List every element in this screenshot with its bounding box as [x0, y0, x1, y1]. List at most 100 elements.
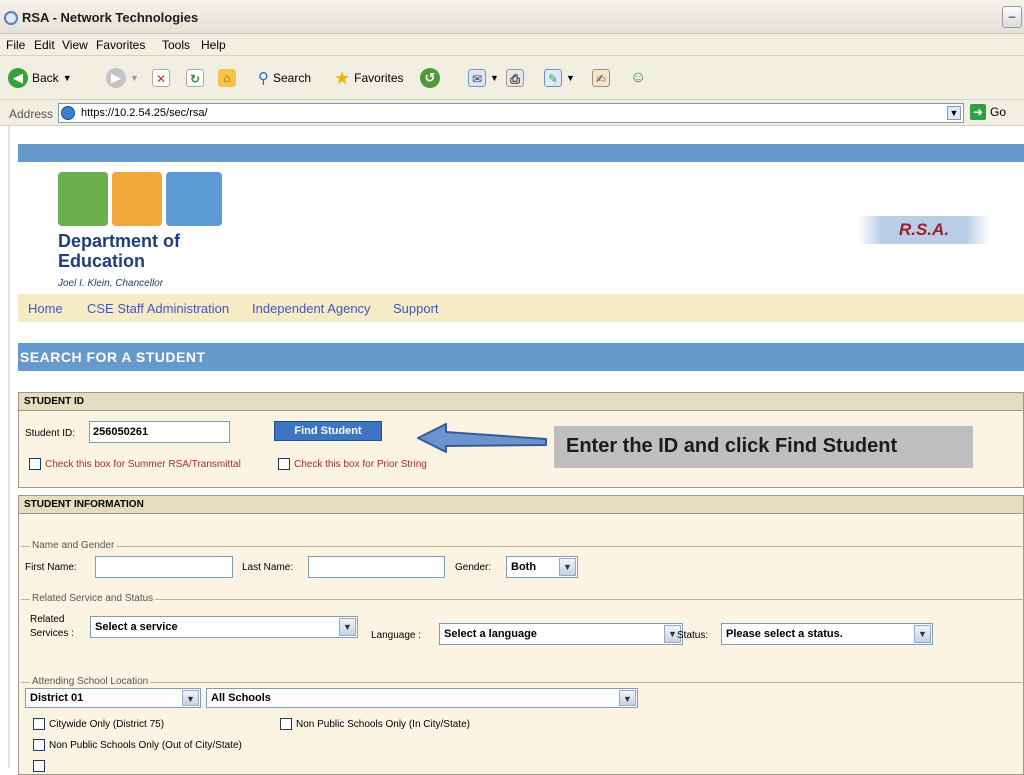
page-icon [61, 106, 75, 120]
student-id-input[interactable]: 256050261 [89, 421, 230, 443]
district-dropdown-icon: ▼ [182, 690, 199, 706]
student-id-heading: STUDENT ID [19, 393, 1023, 411]
status-dropdown-icon: ▼ [914, 625, 931, 643]
print-icon: ⎙ [506, 69, 524, 87]
language-value: Select a language [444, 628, 537, 640]
menu-bar: File Edit View Favorites Tools Help [0, 34, 1024, 56]
status-value: Please select a status. [726, 628, 843, 640]
last-name-input[interactable] [308, 556, 445, 578]
language-select[interactable]: Select a language ▼ [439, 623, 683, 645]
student-info-panel: STUDENT INFORMATION Name and Gender Firs… [18, 495, 1024, 775]
search-button[interactable]: ⚲ Search [258, 68, 311, 88]
menu-tools[interactable]: Tools [162, 38, 190, 52]
nav-cse-staff-administration[interactable]: CSE Staff Administration [87, 301, 229, 316]
logo-line1: Department of [58, 231, 181, 251]
address-bar: Address https://10.2.54.25/sec/rsa/ ▼ ➜ … [0, 100, 1024, 126]
go-arrow-icon: ➜ [970, 104, 986, 120]
rsa-badge: R.S.A. [858, 216, 990, 244]
service-dropdown-icon: ▼ [339, 618, 356, 636]
refresh-icon: ↻ [186, 69, 204, 87]
gender-select[interactable]: Both ▼ [506, 556, 578, 578]
first-name-label: First Name: [25, 562, 77, 573]
find-student-button[interactable]: Find Student [274, 421, 382, 441]
menu-favorites[interactable]: Favorites [96, 38, 145, 52]
back-button[interactable]: ◀ Back ▼ [8, 68, 72, 88]
last-name-label: Last Name: [242, 562, 294, 573]
page-left-edge [8, 126, 10, 768]
gender-value: Both [511, 561, 537, 573]
school-location-legend: Attending School Location [30, 676, 151, 687]
edit-dropdown-icon: ▼ [566, 73, 575, 83]
address-url: https://10.2.54.25/sec/rsa/ [81, 107, 208, 119]
summer-rsa-label: Check this box for Summer RSA/Transmitta… [45, 459, 241, 470]
back-dropdown-icon: ▼ [62, 73, 72, 83]
summer-rsa-checkbox[interactable] [29, 458, 41, 470]
ie-icon [4, 11, 18, 25]
gender-dropdown-icon: ▼ [559, 558, 576, 576]
district-value: District 01 [30, 692, 84, 704]
search-icon: ⚲ [258, 70, 269, 87]
address-dropdown-icon[interactable]: ▼ [947, 106, 961, 120]
messenger-button[interactable]: ☺ [630, 68, 646, 88]
minimize-button[interactable]: – [1002, 6, 1022, 28]
forward-dropdown-icon: ▼ [130, 73, 139, 83]
citywide-checkbox[interactable] [33, 718, 45, 730]
chancellor-name: Joel I. Klein, Chancellor [58, 278, 164, 289]
nonpublic-out-label: Non Public Schools Only (Out of City/Sta… [49, 740, 242, 751]
search-header: SEARCH FOR A STUDENT [18, 343, 1024, 371]
favorites-button[interactable]: ★ Favorites [334, 68, 404, 88]
discuss-icon: ✍ [592, 69, 610, 87]
messenger-icon: ☺ [630, 69, 647, 86]
forward-button[interactable]: ▶ ▼ [106, 68, 139, 88]
nonpublic-in-checkbox[interactable] [280, 718, 292, 730]
related-label-line1: Related [30, 614, 65, 625]
back-arrow-icon: ◀ [8, 68, 28, 88]
language-label: Language : [371, 630, 422, 641]
instruction-callout: Enter the ID and click Find Student [554, 426, 973, 468]
menu-file[interactable]: File [6, 38, 25, 52]
menu-help[interactable]: Help [201, 38, 226, 52]
edit-page-icon: ✎ [544, 69, 562, 87]
home-icon: ⌂ [218, 69, 236, 87]
service-select[interactable]: Select a service ▼ [90, 616, 358, 638]
student-info-heading: STUDENT INFORMATION [19, 496, 1023, 514]
discuss-button[interactable]: ✍ [592, 68, 610, 88]
edit-button[interactable]: ✎ ▼ [544, 68, 575, 88]
district-select[interactable]: District 01 ▼ [25, 688, 201, 708]
mail-button[interactable]: ✉ ▼ [468, 68, 499, 88]
citywide-label: Citywide Only (District 75) [49, 719, 165, 730]
service-status-legend: Related Service and Status [30, 593, 156, 604]
nyc-logo: NYC [58, 172, 222, 226]
address-input[interactable]: https://10.2.54.25/sec/rsa/ ▼ [58, 103, 964, 123]
history-button[interactable]: ↺ [420, 68, 440, 88]
additional-checkbox[interactable] [33, 760, 45, 772]
home-button[interactable]: ⌂ [218, 68, 236, 88]
callout-arrow-icon [417, 423, 547, 453]
nav-independent-agency[interactable]: Independent Agency [252, 301, 371, 316]
schools-dropdown-icon: ▼ [619, 690, 636, 706]
logo-line2: Education [58, 251, 146, 271]
header-strip [18, 144, 1024, 162]
back-label: Back [32, 71, 59, 85]
first-name-input[interactable] [95, 556, 233, 578]
print-button[interactable]: ⎙ [506, 68, 524, 88]
status-select[interactable]: Please select a status. ▼ [721, 623, 933, 645]
refresh-button[interactable]: ↻ [186, 68, 204, 88]
favorites-label: Favorites [354, 71, 404, 85]
menu-edit[interactable]: Edit [34, 38, 55, 52]
nav-support[interactable]: Support [393, 301, 439, 316]
name-gender-legend: Name and Gender [30, 540, 117, 551]
address-label: Address [9, 107, 54, 121]
related-label-line2: Services : [30, 628, 74, 639]
prior-string-checkbox[interactable] [278, 458, 290, 470]
go-button[interactable]: ➜ Go [970, 104, 1006, 120]
nonpublic-out-checkbox[interactable] [33, 739, 45, 751]
stop-icon: ✕ [152, 69, 170, 87]
search-label: Search [273, 71, 312, 85]
menu-view[interactable]: View [62, 38, 88, 52]
stop-button[interactable]: ✕ [152, 68, 170, 88]
gender-label: Gender: [455, 562, 492, 573]
schools-select[interactable]: All Schools ▼ [206, 688, 638, 708]
service-value: Select a service [95, 621, 178, 633]
nav-home[interactable]: Home [28, 301, 63, 316]
